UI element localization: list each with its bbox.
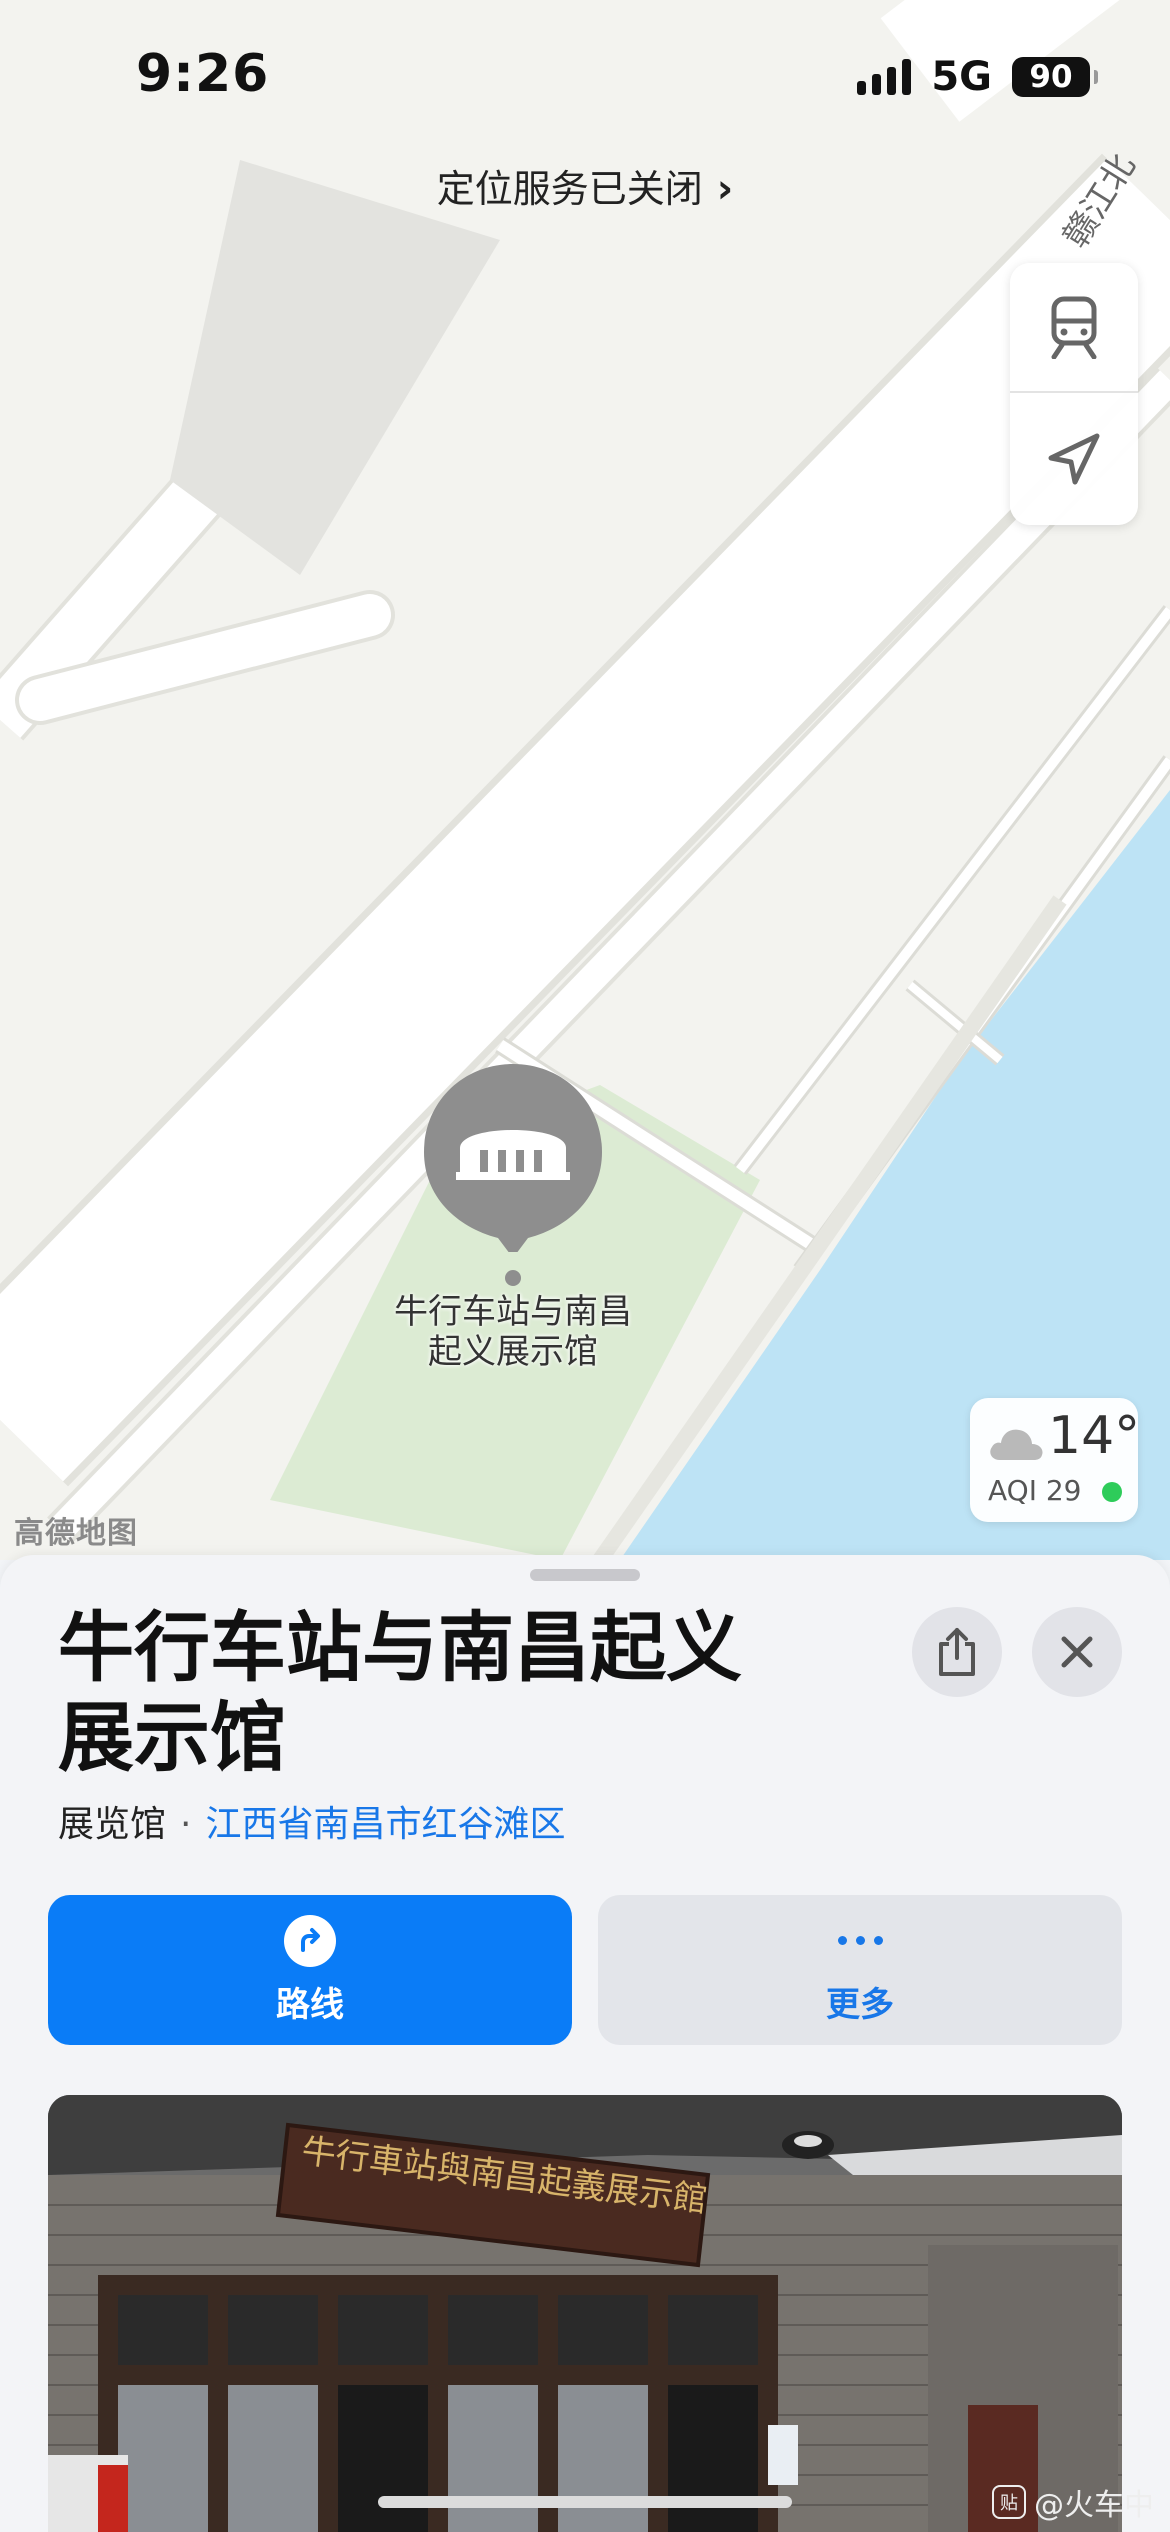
watermark: 贴 @火车中 — [992, 2480, 1154, 2524]
location-banner-text: 定位服务已关闭 — [436, 167, 703, 211]
location-services-banner[interactable]: 定位服务已关闭 › — [0, 158, 1170, 213]
more-label: 更多 — [826, 1984, 894, 2025]
map-pin-exhibition[interactable] — [420, 1062, 606, 1286]
weather-widget[interactable]: 14° AQI 29 — [970, 1398, 1141, 1522]
watermark-text: @火车中 — [1034, 2488, 1154, 2523]
map-view[interactable]: 赣江北 9:26 5G 90 定位服务已关闭 › 牛行车站与南昌起义展示馆 14… — [0, 0, 1170, 1560]
directions-icon — [284, 1914, 336, 1967]
temperature: 14° — [1048, 1406, 1141, 1466]
place-subtitle: 展览馆 · 江西省南昌市红谷滩区 — [58, 1795, 565, 1847]
battery-level: 90 — [1029, 59, 1073, 95]
home-indicator[interactable] — [378, 2496, 792, 2508]
share-button[interactable] — [912, 1607, 1002, 1697]
route-button[interactable]: 路线 — [48, 1895, 572, 2045]
route-label: 路线 — [276, 1984, 344, 2025]
chevron-right-icon: › — [716, 166, 734, 212]
status-bar: 9:26 5G 90 — [0, 0, 1170, 150]
ellipsis-icon — [837, 1915, 883, 1967]
transit-mode-button[interactable] — [1010, 263, 1138, 393]
place-photo[interactable]: 牛行車站與南昌起義展示館 — [48, 2095, 1122, 2532]
pin-anchor-dot — [505, 1270, 521, 1286]
place-region-link[interactable]: 江西省南昌市红谷滩区 — [205, 1804, 565, 1845]
battery-icon: 90 — [1012, 57, 1098, 97]
status-indicators: 5G 90 — [857, 54, 1098, 100]
close-button[interactable] — [1032, 1607, 1122, 1697]
locate-me-button[interactable] — [1010, 394, 1138, 524]
pin-label: 牛行车站与南昌起义展示馆 — [394, 1292, 632, 1372]
cloud-icon — [990, 1429, 1043, 1460]
aqi-value: AQI 29 — [988, 1474, 1082, 1507]
place-card-sheet[interactable]: 牛行车站与南昌起义展示馆 展览馆 · 江西省南昌市红谷滩区 路线 更多 牛行車站… — [0, 1555, 1170, 2532]
building-photo: 牛行車站與南昌起義展示館 — [48, 2095, 1122, 2532]
share-icon — [939, 1628, 975, 1676]
map-attribution[interactable]: 高德地图 — [14, 1508, 138, 1552]
location-arrow-icon — [1048, 433, 1100, 485]
watermark-badge: 贴 — [992, 2485, 1026, 2519]
cellular-signal-icon — [857, 59, 912, 95]
place-category: 展览馆 — [58, 1804, 167, 1845]
train-icon — [1051, 296, 1097, 359]
status-time: 9:26 — [136, 44, 270, 104]
map-controls — [1010, 263, 1138, 525]
sheet-grabber[interactable] — [530, 1569, 640, 1581]
aqi-status-dot — [1102, 1482, 1122, 1502]
subtitle-separator: · — [180, 1804, 192, 1845]
museum-pin-icon — [424, 1064, 602, 1258]
place-title: 牛行车站与南昌起义展示馆 — [58, 1603, 742, 1782]
close-icon — [1061, 1636, 1093, 1668]
more-button[interactable]: 更多 — [598, 1895, 1122, 2045]
network-type: 5G — [931, 54, 992, 100]
